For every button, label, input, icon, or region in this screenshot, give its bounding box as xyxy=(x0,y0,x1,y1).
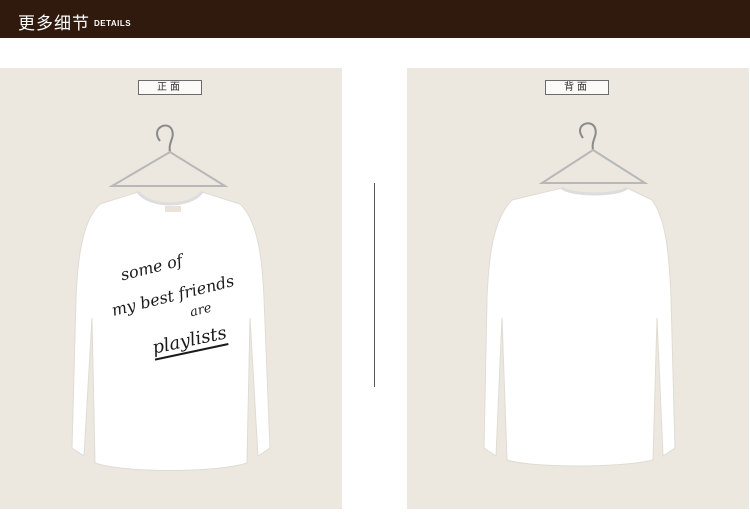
vertical-divider xyxy=(374,183,375,387)
front-view-photo: 正面 some of my best friends are playlists xyxy=(0,68,342,509)
back-shirt xyxy=(483,187,676,467)
front-shirt xyxy=(71,191,271,471)
back-shirt-illustration xyxy=(483,122,676,467)
details-header-bar: 更多细节 DETAILS xyxy=(0,0,750,38)
hanger-icon xyxy=(108,124,229,187)
header-subtitle: DETAILS xyxy=(94,19,132,28)
hanger-icon xyxy=(538,122,649,184)
back-view-photo: 背面 xyxy=(407,68,749,509)
header-title: 更多细节 xyxy=(18,14,90,34)
